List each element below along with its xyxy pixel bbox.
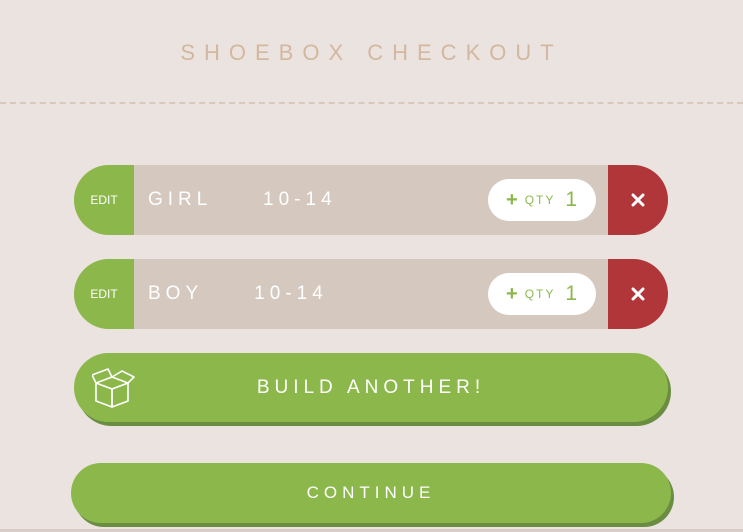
build-another-button[interactable]: BUILD ANOTHER! (74, 353, 668, 422)
close-icon (631, 287, 645, 301)
close-icon (631, 193, 645, 207)
header-divider (0, 102, 743, 104)
remove-item-button[interactable] (608, 259, 668, 329)
box-icon (92, 368, 135, 408)
remove-item-button[interactable] (608, 165, 668, 235)
continue-label: CONTINUE (306, 483, 436, 502)
build-another-label: BUILD ANOTHER! (256, 376, 486, 398)
quantity-stepper[interactable]: + QTY 1 (488, 179, 596, 221)
qty-value: 1 (565, 188, 578, 211)
quantity-stepper[interactable]: + QTY 1 (488, 273, 596, 315)
edit-button[interactable]: EDIT (74, 259, 134, 329)
cart-item: EDIT BOY 10-14 + QTY 1 (74, 259, 668, 329)
item-label: GIRL 10-14 (148, 189, 337, 210)
edit-button[interactable]: EDIT (74, 165, 134, 235)
continue-button[interactable]: CONTINUE (71, 463, 671, 523)
plus-icon[interactable]: + (506, 284, 518, 304)
page-title: SHOEBOX CHECKOUT (180, 40, 563, 65)
qty-label: QTY (524, 193, 556, 207)
plus-icon[interactable]: + (506, 190, 518, 210)
cart-item: EDIT GIRL 10-14 + QTY 1 (74, 165, 668, 235)
qty-label: QTY (524, 287, 556, 301)
qty-value: 1 (565, 282, 578, 305)
item-label: BOY 10-14 (148, 283, 328, 304)
